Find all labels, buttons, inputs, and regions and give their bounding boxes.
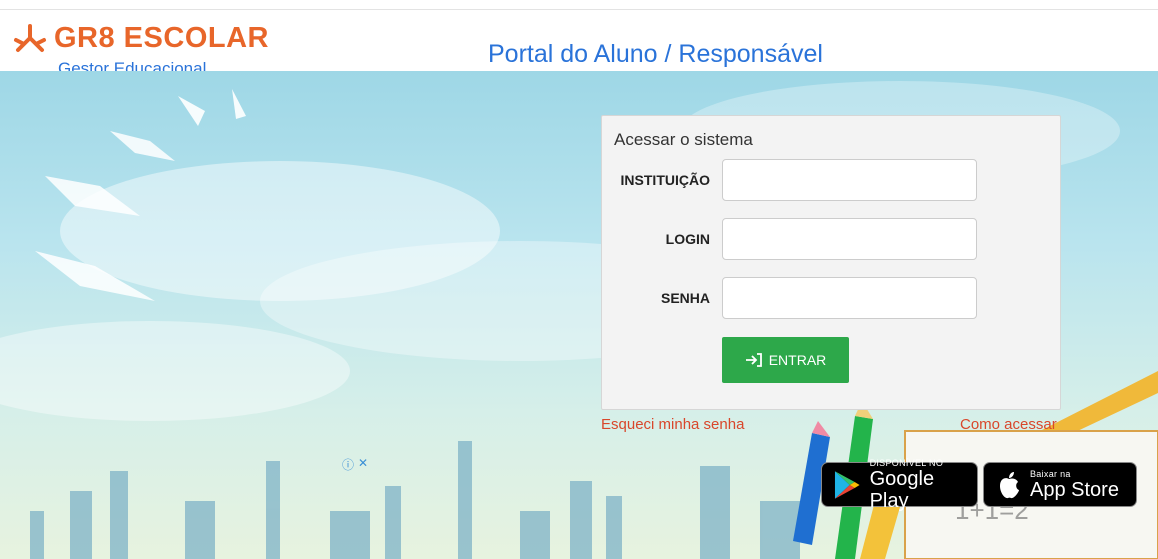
submit-label: ENTRAR <box>768 352 827 368</box>
ad-choices[interactable]: ⓘ ✕ <box>342 456 368 473</box>
google-play-icon <box>834 470 860 499</box>
brand-logo[interactable]: GR8 ESCOLAR <box>10 22 269 55</box>
institution-input[interactable] <box>722 159 977 201</box>
page-title: Portal do Aluno / Responsável <box>488 40 823 68</box>
how-to-access-link[interactable]: Como acessar <box>960 416 1057 433</box>
app-store-small-text: Baixar na <box>1030 468 1071 479</box>
login-title: Acessar o sistema <box>614 130 753 149</box>
header: GR8 ESCOLAR Gestor Educacional Portal do… <box>0 10 1158 78</box>
login-label: LOGIN <box>665 231 710 247</box>
login-input[interactable] <box>722 218 977 260</box>
password-input[interactable] <box>722 277 977 319</box>
sign-in-icon <box>745 353 762 367</box>
login-panel: Acessar o sistema INSTITUIÇÃO LOGIN SENH… <box>601 115 1061 410</box>
app-store-big-text: App Store <box>1030 478 1119 501</box>
apple-icon <box>1000 471 1019 498</box>
google-play-badge[interactable]: DISPONÍVEL NO Google Play <box>821 458 978 512</box>
brand-name: GR8 ESCOLAR <box>54 22 269 54</box>
app-store-badge[interactable]: Baixar na App Store <box>983 462 1137 507</box>
google-play-small-text: DISPONÍVEL NO <box>869 457 944 468</box>
ad-close-icon[interactable]: ✕ <box>358 456 368 473</box>
forgot-password-link[interactable]: Esqueci minha senha <box>601 416 744 433</box>
logo-icon <box>14 23 46 52</box>
login-submit-button[interactable]: ENTRAR <box>722 337 849 383</box>
institution-label: INSTITUIÇÃO <box>620 172 710 188</box>
ad-info-icon[interactable]: ⓘ <box>342 456 354 473</box>
google-play-big-text: Google Play <box>869 467 935 512</box>
password-label: SENHA <box>660 290 710 306</box>
